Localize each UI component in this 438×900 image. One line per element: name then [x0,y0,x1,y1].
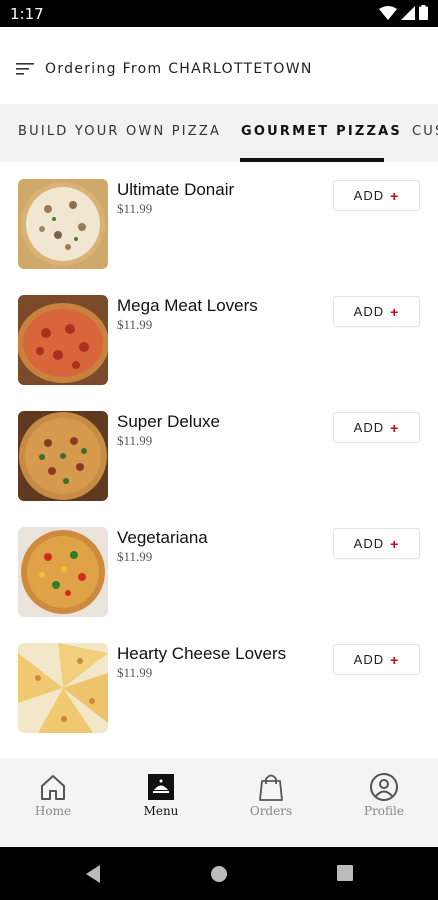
add-button[interactable]: ADD + [333,180,420,211]
item-name: Super Deluxe [117,412,221,431]
system-navigation-bar [0,847,438,900]
add-label: ADD [353,652,385,667]
item-name: Mega Meat Lovers [117,296,258,315]
pizza-image [18,295,108,385]
item-price: $11.99 [117,433,153,448]
nav-home[interactable]: Home [13,772,93,818]
nav-label: Orders [249,804,293,818]
nav-menu[interactable]: Menu [121,772,201,818]
add-button[interactable]: ADD + [333,296,420,327]
list-item[interactable]: Hearty Cheese Lovers $11.99 ADD + [0,626,438,742]
home-circle-icon[interactable] [210,865,228,883]
menu-icon [148,774,174,800]
add-button[interactable]: ADD + [333,644,420,675]
list-item[interactable]: Mega Meat Lovers $11.99 ADD + [0,278,438,394]
list-item[interactable]: Vegetariana $11.99 ADD + [0,510,438,626]
status-icons [379,5,428,20]
battery-icon [419,5,428,20]
menu-icon[interactable] [16,62,34,76]
back-icon[interactable] [84,864,102,884]
signal-icon [401,5,415,20]
item-name: Vegetariana [117,528,208,547]
recents-icon[interactable] [337,865,353,881]
item-price: $11.99 [117,317,153,332]
ordering-location-title[interactable]: Ordering From CHARLOTTETOWN [45,61,313,77]
pizza-image [18,643,108,733]
item-name: Hearty Cheese Lovers [117,644,287,663]
add-label: ADD [353,188,385,203]
pizza-image [18,527,108,617]
status-time: 1:17 [10,5,44,23]
nav-label: Home [34,804,72,818]
home-icon [41,775,65,800]
list-item[interactable]: Super Deluxe $11.99 ADD + [0,394,438,510]
nav-label: Profile [364,804,404,818]
plus-icon: + [390,419,400,436]
nav-label: Menu [143,804,179,818]
profile-icon [370,773,398,801]
plus-icon: + [390,535,400,552]
category-tabs: BUILD YOUR OWN PIZZA GOURMET PIZZAS CUS [0,104,438,162]
tab-build-your-own-pizza[interactable]: BUILD YOUR OWN PIZZA [18,124,221,139]
add-label: ADD [353,536,385,551]
nav-orders[interactable]: Orders [231,772,311,818]
tab-custom[interactable]: CUS [412,124,438,139]
tab-gourmet-pizzas[interactable]: GOURMET PIZZAS [241,124,402,139]
status-bar: 1:17 [0,0,438,27]
bottom-navigation: Home Menu Orders Profile [0,758,438,847]
plus-icon: + [390,651,400,668]
item-price: $11.99 [117,665,153,680]
plus-icon: + [390,187,400,204]
pizza-image [18,179,108,269]
nav-profile[interactable]: Profile [344,772,424,818]
item-price: $11.99 [117,549,153,564]
add-button[interactable]: ADD + [333,528,420,559]
item-price: $11.99 [117,201,153,216]
wifi-icon [379,5,397,20]
add-button[interactable]: ADD + [333,412,420,443]
plus-icon: + [390,303,400,320]
bag-icon [259,774,283,801]
pizza-image [18,411,108,501]
list-item[interactable]: Ultimate Donair $11.99 ADD + [0,162,438,278]
item-name: Ultimate Donair [117,180,235,199]
app-header: Ordering From CHARLOTTETOWN [0,27,438,104]
add-label: ADD [353,420,385,435]
add-label: ADD [353,304,385,319]
